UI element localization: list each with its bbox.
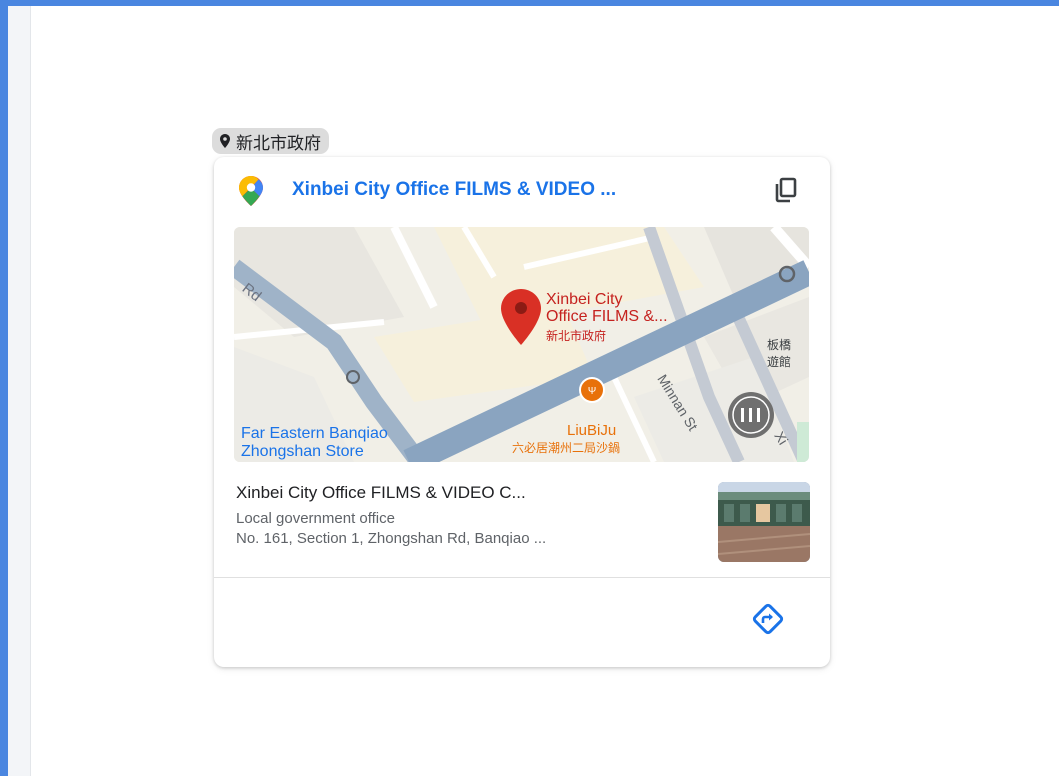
place-photo-thumbnail[interactable] xyxy=(718,482,810,562)
map-poi-label: LiuBiJu xyxy=(567,422,617,439)
card-title-link[interactable]: Xinbei City Office FILMS & VIDEO ... xyxy=(292,179,742,201)
place-chip[interactable]: 新北市政府 xyxy=(212,128,329,154)
place-address: No. 161, Section 1, Zhongshan Rd, Banqia… xyxy=(236,530,547,547)
card-divider xyxy=(214,577,830,578)
copy-icon[interactable] xyxy=(774,177,798,208)
card-header: Xinbei City Office FILMS & VIDEO ... xyxy=(214,157,830,227)
map-place-label-line1: Xinbei City xyxy=(546,291,623,308)
map-place-label-line2: Office FILMS &... xyxy=(546,308,668,325)
window-left-border xyxy=(0,0,8,776)
map-place-label-zh: 新北市政府 xyxy=(546,329,607,343)
place-category: Local government office xyxy=(236,510,395,527)
place-info: Xinbei City Office FILMS & VIDEO C... Lo… xyxy=(236,483,716,549)
chip-label: 新北市政府 xyxy=(236,133,321,153)
map-right-label: 板橋 遊館 xyxy=(767,337,791,371)
map-right-label-line2: 遊館 xyxy=(767,355,792,369)
map-place-label: Xinbei City Office FILMS &... xyxy=(546,291,668,325)
place-name-link[interactable]: Xinbei City Office FILMS & VIDEO C... xyxy=(236,483,716,503)
left-gutter xyxy=(8,6,31,776)
map-store-label-line2: Zhongshan Store xyxy=(241,443,364,460)
map-store-label-line1: Far Eastern Banqiao xyxy=(241,425,388,442)
directions-icon[interactable] xyxy=(750,601,786,642)
map-poi-label-zh: 六必居潮州二局沙鍋 xyxy=(512,441,621,455)
window-top-border xyxy=(0,0,1059,6)
map-store-label: Far Eastern Banqiao Zhongshan Store xyxy=(241,425,388,461)
google-maps-logo-icon xyxy=(238,175,264,212)
map-preview[interactable]: Ψ Rd Xinbei City Office FILMS &... 新北市政府… xyxy=(234,227,809,462)
map-right-label-line1: 板橋 xyxy=(767,338,792,352)
location-pin-icon xyxy=(220,134,230,148)
place-card: Xinbei City Office FILMS & VIDEO ... Ψ R… xyxy=(214,157,830,667)
svg-text:Ψ: Ψ xyxy=(588,386,596,397)
